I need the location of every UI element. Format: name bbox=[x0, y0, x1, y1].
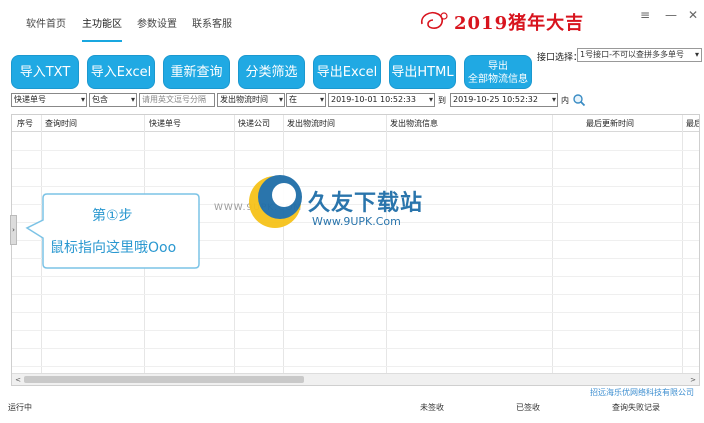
company-link[interactable]: 招远海乐优网络科技有限公司 bbox=[590, 387, 694, 398]
menu-icon[interactable]: ≡ bbox=[638, 8, 652, 22]
keyword-input[interactable]: 请用英文逗号分隔 bbox=[139, 93, 215, 107]
calendar-dropdown-icon: ▾ bbox=[551, 95, 556, 104]
column-divider bbox=[682, 115, 683, 375]
column-divider bbox=[234, 115, 235, 375]
col-dispatch-info[interactable]: 发出物流信息 bbox=[390, 118, 438, 129]
table-row-line bbox=[12, 276, 699, 277]
close-icon[interactable]: ✕ bbox=[686, 8, 700, 22]
table-row-line bbox=[12, 348, 699, 349]
table-row-line bbox=[12, 330, 699, 331]
table-row-line bbox=[12, 294, 699, 295]
nav-settings[interactable]: 参数设置 bbox=[137, 18, 177, 32]
time-field-select[interactable]: 发出物流时间 ▾ bbox=[217, 93, 285, 107]
field-select[interactable]: 快递单号 ▾ bbox=[11, 93, 87, 107]
table-header: 序号 查询时间 快递单号 快递公司 发出物流时间 发出物流信息 最后更新时间 最… bbox=[12, 115, 699, 132]
nav-main-function[interactable]: 主功能区 bbox=[82, 18, 122, 42]
match-value: 包含 bbox=[92, 95, 108, 104]
col-index[interactable]: 序号 bbox=[17, 118, 33, 129]
moon-logo-icon bbox=[249, 175, 302, 228]
chevron-down-icon: ▾ bbox=[278, 95, 283, 104]
port-value: 1号接口-不可以查拼多多单号 bbox=[580, 50, 684, 59]
to-label: 到 bbox=[438, 96, 446, 105]
column-divider bbox=[552, 115, 553, 375]
col-last-update-logistics[interactable]: 最后更新物流 bbox=[686, 118, 699, 129]
import-txt-button[interactable]: 导入TXT bbox=[11, 55, 79, 89]
field-value: 快递单号 bbox=[14, 95, 46, 104]
date-to-picker[interactable]: 2019-10-25 10:52:32 ▾ bbox=[450, 93, 558, 107]
chevron-down-icon: ▾ bbox=[694, 50, 699, 59]
column-divider bbox=[283, 115, 284, 375]
col-courier[interactable]: 快递公司 bbox=[238, 118, 270, 129]
chevron-down-icon: ▾ bbox=[80, 95, 85, 104]
col-tracking-number[interactable]: 快递单号 bbox=[149, 118, 181, 129]
scroll-left-arrow-icon[interactable]: < bbox=[12, 374, 24, 385]
export-all-logistics-button[interactable]: 导出 全部物流信息 bbox=[464, 55, 532, 89]
watermark-logo: 久友下载站 Www.9UPK.Com bbox=[240, 165, 450, 245]
col-dispatch-time[interactable]: 发出物流时间 bbox=[287, 118, 335, 129]
port-label: 接口选择： bbox=[537, 53, 583, 63]
export-all-line2: 全部物流信息 bbox=[468, 74, 528, 85]
table-row-line bbox=[12, 366, 699, 367]
collapse-handle[interactable]: › bbox=[10, 215, 17, 245]
nav-home[interactable]: 软件首页 bbox=[26, 18, 66, 32]
watermark-url: Www.9UPK.Com bbox=[312, 215, 401, 228]
table-row-line bbox=[12, 150, 699, 151]
nav-contact-service[interactable]: 联系客服 bbox=[192, 18, 232, 32]
col-query-time[interactable]: 查询时间 bbox=[45, 118, 77, 129]
export-html-button[interactable]: 导出HTML bbox=[389, 55, 456, 89]
table-row-line bbox=[12, 312, 699, 313]
brand-banner: 2019猪年大吉 bbox=[418, 5, 588, 37]
within-label: 内 bbox=[561, 96, 569, 105]
watermark-title: 久友下载站 bbox=[308, 191, 424, 216]
time-mode-value: 在 bbox=[289, 95, 297, 104]
export-all-line1: 导出 bbox=[488, 61, 508, 72]
col-last-update-time[interactable]: 最后更新时间 bbox=[586, 118, 634, 129]
import-excel-button[interactable]: 导入Excel bbox=[87, 55, 155, 89]
horizontal-scrollbar[interactable]: < > bbox=[12, 373, 699, 385]
status-query-failed[interactable]: 查询失败记录 bbox=[612, 402, 660, 413]
status-signed[interactable]: 已签收 bbox=[516, 402, 540, 413]
status-not-signed[interactable]: 未签收 bbox=[420, 402, 444, 413]
scroll-thumb[interactable] bbox=[24, 376, 304, 383]
scroll-right-arrow-icon[interactable]: > bbox=[687, 374, 699, 385]
callout-step: 第①步 bbox=[92, 208, 133, 224]
date-from-picker[interactable]: 2019-10-01 10:52:33 ▾ bbox=[328, 93, 435, 107]
filter-button[interactable]: 分类筛选 bbox=[238, 55, 305, 89]
export-excel-button[interactable]: 导出Excel bbox=[313, 55, 381, 89]
status-running: 运行中 bbox=[8, 403, 32, 412]
callout-tip: 鼠标指向这里哦Ooo bbox=[50, 240, 177, 256]
date-to-value: 2019-10-25 10:52:32 bbox=[453, 95, 538, 104]
date-from-value: 2019-10-01 10:52:33 bbox=[331, 95, 416, 104]
port-select[interactable]: 1号接口-不可以查拼多多单号 ▾ bbox=[577, 48, 702, 62]
calendar-dropdown-icon: ▾ bbox=[428, 95, 433, 104]
time-field-value: 发出物流时间 bbox=[220, 95, 268, 104]
column-divider bbox=[386, 115, 387, 375]
minimize-icon[interactable]: — bbox=[664, 8, 678, 22]
requery-button[interactable]: 重新查询 bbox=[163, 55, 230, 89]
time-mode-select[interactable]: 在 ▾ bbox=[286, 93, 326, 107]
search-icon[interactable] bbox=[572, 93, 586, 107]
match-select[interactable]: 包含 ▾ bbox=[89, 93, 137, 107]
top-nav: 软件首页 主功能区 参数设置 联系客服 2019猪年大吉 ≡ — ✕ bbox=[0, 0, 704, 44]
guide-callout-bubble bbox=[25, 193, 200, 269]
chevron-down-icon: ▾ bbox=[130, 95, 135, 104]
pig-logo-icon bbox=[420, 11, 448, 29]
brand-text: 2019猪年大吉 bbox=[454, 13, 585, 34]
chevron-down-icon: ▾ bbox=[319, 95, 324, 104]
